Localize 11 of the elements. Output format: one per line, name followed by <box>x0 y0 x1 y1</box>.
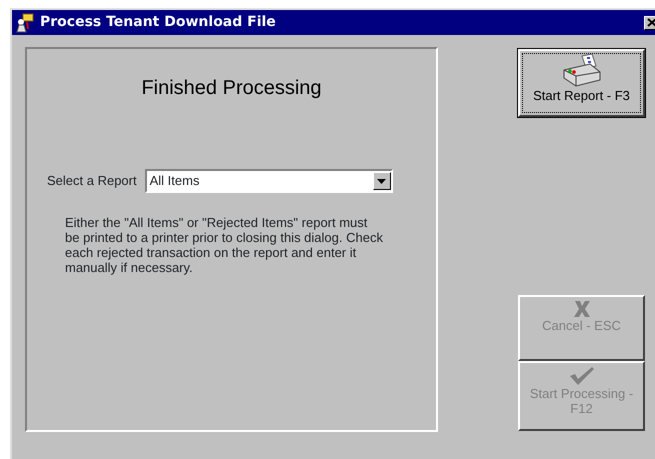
close-icon <box>647 18 655 27</box>
instruction-text: Either the "All Items" or "Rejected Items" report must be printed to a printer prior to closing this dialog. Check each rejected transaction on the report and enter it manually if necessary. <box>65 215 384 275</box>
panel-heading: Finished Processing <box>140 76 323 101</box>
select-label: Select a Report <box>47 172 137 190</box>
x-icon <box>572 300 590 318</box>
window-title: Process Tenant Download File <box>40 13 276 32</box>
dropdown-arrow-icon <box>377 178 386 184</box>
checkmark-icon <box>568 366 594 386</box>
app-icon <box>14 12 36 32</box>
report-dropdown[interactable]: All Items <box>144 169 393 193</box>
start-report-button[interactable]: Start Report - F3 <box>518 49 645 117</box>
